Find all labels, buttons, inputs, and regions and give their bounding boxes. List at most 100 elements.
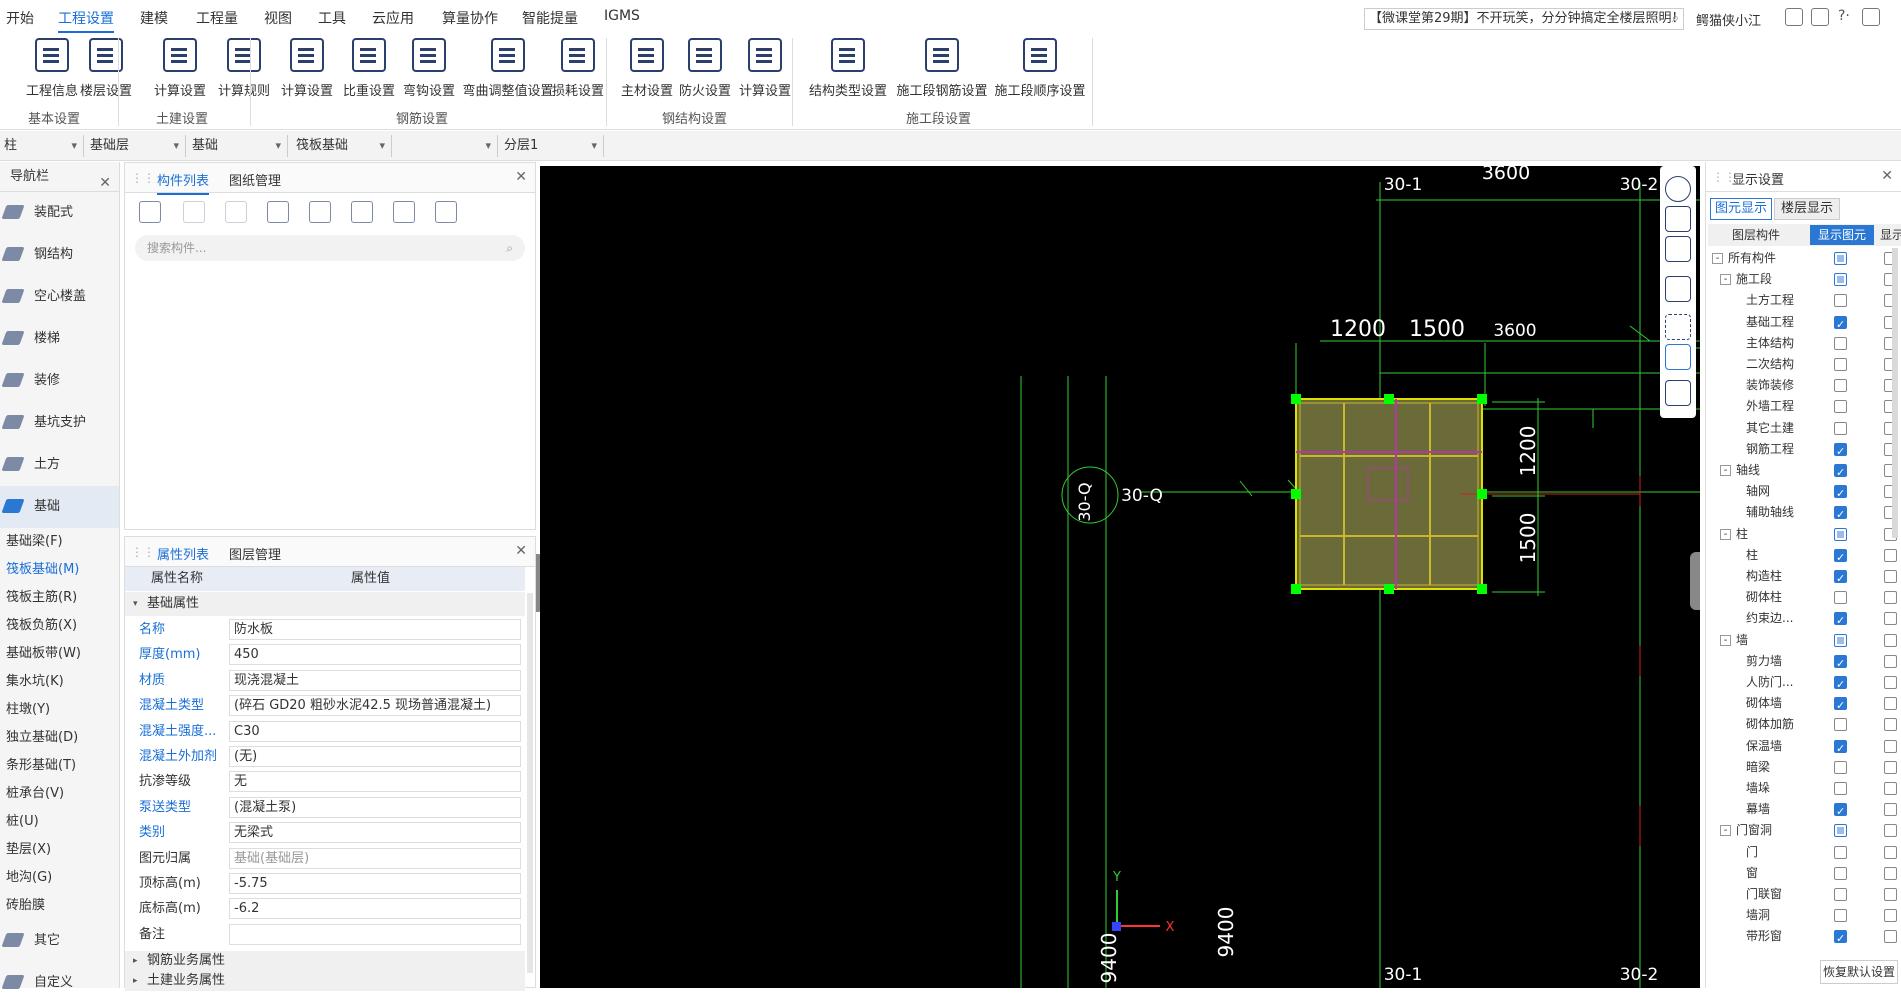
show-element-checkbox[interactable]	[1834, 568, 1847, 589]
ribbon-button-1-1[interactable]: 计算规则	[214, 38, 274, 100]
ribbon-button-4-1[interactable]: 施工段钢筋设置	[894, 38, 990, 100]
show-element-checkbox[interactable]	[1834, 633, 1847, 647]
filter-select-5[interactable]: 分层1	[500, 135, 604, 157]
drag-handle-icon[interactable]: ⋮⋮	[131, 171, 155, 185]
tree-toggle-icon[interactable]: -	[1720, 634, 1731, 646]
close-icon[interactable]: ✕	[1881, 168, 1893, 184]
show-name-checkbox[interactable]	[1884, 676, 1897, 689]
show-name-checkbox[interactable]	[1884, 591, 1897, 605]
property-value-input[interactable]	[229, 923, 521, 945]
show-name-checkbox[interactable]	[1884, 845, 1897, 859]
nav-subitem-4[interactable]: 基础板带(W)	[0, 640, 119, 668]
property-value-input[interactable]: 防水板	[229, 619, 521, 640]
show-name-checkbox[interactable]	[1884, 866, 1897, 880]
show-name-checkbox[interactable]	[1884, 760, 1897, 774]
ribbon-button-3-1[interactable]: 防火设置	[676, 38, 734, 100]
menu-tab-6[interactable]: 云应用	[372, 8, 414, 28]
show-element-checkbox[interactable]	[1834, 866, 1847, 880]
nav-subitem-6[interactable]: 柱墩(Y)	[0, 696, 119, 724]
ribbon-button-4-2[interactable]: 施工段顺序设置	[992, 38, 1088, 100]
scrollbar[interactable]	[1892, 248, 1898, 538]
nav-subitem-7[interactable]: 独立基础(D)	[0, 724, 119, 752]
show-element-checkbox[interactable]	[1834, 718, 1847, 732]
drag-handle-icon[interactable]: ⋮⋮	[131, 545, 155, 559]
show-element-checkbox[interactable]	[1834, 504, 1847, 525]
ribbon-button-2-1[interactable]: 比重设置	[340, 38, 398, 100]
show-element-checkbox[interactable]	[1834, 909, 1847, 923]
tree-toggle-icon[interactable]: -	[1720, 528, 1731, 540]
nav-bottom-0[interactable]: 其它	[0, 920, 119, 962]
tab-layer-management[interactable]: 图层管理	[229, 544, 281, 563]
show-name-checkbox[interactable]	[1884, 824, 1897, 838]
fullscreen-icon[interactable]	[1665, 314, 1691, 340]
property-section-basic[interactable]: ▾ 基础属性	[125, 592, 525, 616]
show-element-checkbox[interactable]	[1834, 379, 1847, 393]
show-element-checkbox[interactable]	[1834, 462, 1847, 483]
show-element-checkbox[interactable]	[1834, 695, 1847, 716]
show-element-checkbox[interactable]	[1834, 273, 1847, 287]
show-name-checkbox[interactable]	[1884, 633, 1897, 647]
help-icon[interactable]: ?·	[1838, 8, 1850, 24]
dynamic-observe-icon[interactable]	[1665, 176, 1691, 202]
tab-floor-display[interactable]: 楼层显示	[1774, 198, 1840, 220]
menu-tab-5[interactable]: 工具	[318, 8, 346, 28]
property-section-collapsed[interactable]: ▸ 土建业务属性	[125, 971, 525, 991]
show-name-checkbox[interactable]	[1884, 654, 1897, 668]
show-element-checkbox[interactable]	[1834, 294, 1847, 308]
nav-subitem-8[interactable]: 条形基础(T)	[0, 752, 119, 780]
nav-subitem-13[interactable]: 砖胎膜	[0, 892, 119, 920]
show-element-checkbox[interactable]	[1834, 738, 1847, 759]
show-name-checkbox[interactable]	[1884, 570, 1897, 583]
show-element-checkbox[interactable]	[1834, 483, 1847, 504]
show-name-checkbox[interactable]	[1884, 930, 1897, 944]
copy-layer-icon[interactable]	[267, 201, 289, 223]
notice-search-box[interactable]: 【微课堂第29期】不开玩笑，分分钟搞定全楼层照明！ ⌕	[1364, 8, 1684, 30]
skin-icon[interactable]	[1862, 8, 1880, 26]
ribbon-button-0-1[interactable]: 楼层设置	[76, 38, 136, 100]
nav-subitem-0[interactable]: 基础梁(F)	[0, 528, 119, 556]
component-search-input[interactable]: 搜索构件... ⌕	[135, 235, 525, 261]
show-name-checkbox[interactable]	[1884, 697, 1897, 711]
tree-toggle-icon[interactable]: -	[1712, 253, 1723, 264]
ribbon-button-4-0[interactable]: 结构类型设置	[806, 38, 890, 100]
nav-group-1[interactable]: 钢结构	[0, 234, 119, 276]
property-value-input[interactable]: 无	[229, 771, 521, 793]
filter-select-2[interactable]: 基础	[188, 135, 288, 157]
user-name[interactable]: 鳄猫侠小江	[1696, 10, 1761, 29]
new-component-icon[interactable]	[139, 201, 161, 223]
nav-group-4[interactable]: 装修	[0, 360, 119, 402]
filter-select-0[interactable]: 柱	[0, 135, 84, 157]
property-value-input[interactable]: 基础(基础层)	[229, 847, 521, 869]
show-element-checkbox[interactable]	[1834, 610, 1847, 631]
show-element-checkbox[interactable]	[1834, 801, 1847, 822]
scrollbar[interactable]	[527, 593, 533, 973]
show-element-checkbox[interactable]	[1834, 653, 1847, 674]
nav-subitem-3[interactable]: 筏板负筋(X)	[0, 612, 119, 640]
message-icon[interactable]	[1811, 8, 1829, 26]
show-element-checkbox[interactable]	[1834, 928, 1847, 949]
menu-tab-2[interactable]: 建模	[140, 8, 168, 28]
show-element-checkbox[interactable]	[1834, 674, 1847, 695]
menu-tab-4[interactable]: 视图	[264, 8, 292, 28]
show-name-checkbox[interactable]	[1884, 782, 1897, 795]
nav-bottom-1[interactable]: 自定义	[0, 962, 119, 1004]
menu-tab-8[interactable]: 智能提量	[522, 8, 578, 28]
col-show-element[interactable]: 显示图元	[1810, 225, 1874, 245]
collapse-handle-right[interactable]	[1690, 552, 1700, 610]
show-name-checkbox[interactable]	[1884, 548, 1897, 562]
copy-icon[interactable]	[183, 201, 205, 223]
box-view-icon[interactable]	[1665, 276, 1691, 302]
nav-group-5[interactable]: 基坑支护	[0, 402, 119, 444]
show-name-checkbox[interactable]	[1884, 739, 1897, 753]
show-element-checkbox[interactable]	[1834, 591, 1847, 605]
property-value-input[interactable]: 无梁式	[229, 822, 521, 844]
property-value-input[interactable]: (碎石 GD20 粗砂水泥42.5 现场普通混凝土)	[229, 695, 521, 717]
restore-default-button[interactable]: 恢复默认设置	[1820, 960, 1898, 984]
show-name-checkbox[interactable]	[1884, 909, 1897, 923]
ribbon-button-3-2[interactable]: 计算设置	[736, 38, 794, 100]
menu-tab-0[interactable]: 开始	[6, 8, 34, 28]
nav-subitem-5[interactable]: 集水坑(K)	[0, 668, 119, 696]
nav-group-2[interactable]: 空心楼盖	[0, 276, 119, 318]
ribbon-button-2-0[interactable]: 计算设置	[278, 38, 336, 100]
display-setting-icon[interactable]	[1665, 344, 1691, 370]
